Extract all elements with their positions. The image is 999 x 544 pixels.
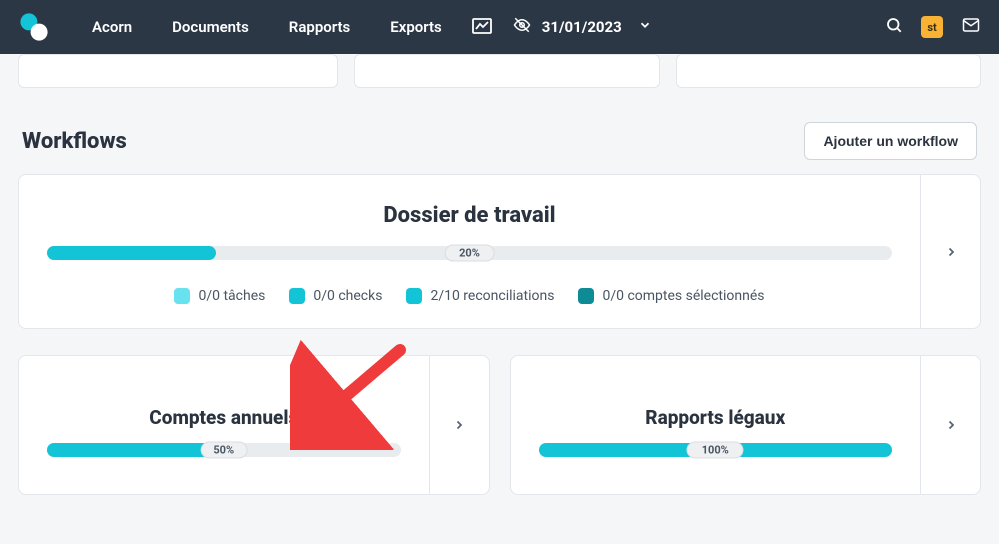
strip-card bbox=[676, 54, 981, 88]
add-workflow-button[interactable]: Ajouter un workflow bbox=[804, 122, 977, 160]
workflow-title: Dossier de travail bbox=[41, 203, 898, 228]
nav-item-documents[interactable]: Documents bbox=[152, 0, 269, 54]
workflow-title: Comptes annuels bbox=[41, 406, 407, 429]
strip-card bbox=[354, 54, 659, 88]
topbar: Acorn Documents Rapports Exports 31/01/2… bbox=[0, 0, 999, 54]
mail-icon[interactable] bbox=[961, 16, 981, 38]
progress-bar: 100% bbox=[539, 443, 893, 457]
main-nav: Acorn Documents Rapports Exports 31/01/2… bbox=[72, 0, 662, 54]
legend-item: 0/0 checks bbox=[289, 288, 382, 304]
legend-label: 0/0 checks bbox=[313, 288, 382, 304]
nav-item-acorn[interactable]: Acorn bbox=[72, 0, 152, 54]
search-icon[interactable] bbox=[885, 16, 903, 38]
progress-bar: 50% bbox=[47, 443, 401, 457]
workflow-card-rapports: Rapports légaux 100% bbox=[510, 355, 982, 495]
workflow-card-main: Dossier de travail 20% 0/0 tâches 0/0 ch… bbox=[18, 174, 981, 329]
progress-fill bbox=[47, 443, 224, 457]
nav-item-exports[interactable]: Exports bbox=[370, 0, 462, 54]
swatch-icon bbox=[406, 288, 422, 304]
legend-item: 0/0 tâches bbox=[174, 288, 265, 304]
progress-label: 100% bbox=[687, 442, 744, 459]
strip-card bbox=[18, 54, 338, 88]
swatch-icon bbox=[174, 288, 190, 304]
legend-label: 2/10 reconciliations bbox=[430, 288, 554, 304]
swatch-icon bbox=[578, 288, 594, 304]
chart-icon[interactable] bbox=[462, 0, 502, 54]
workflow-card-comptes: Comptes annuels 50% bbox=[18, 355, 490, 495]
card-expand-button[interactable] bbox=[429, 356, 489, 494]
legend-label: 0/0 comptes sélectionnés bbox=[602, 288, 764, 304]
nav-item-rapports[interactable]: Rapports bbox=[269, 0, 370, 54]
progress-bar: 20% bbox=[47, 246, 892, 260]
legend: 0/0 tâches 0/0 checks 2/10 reconciliatio… bbox=[41, 288, 898, 304]
card-expand-button[interactable] bbox=[920, 356, 980, 494]
app-logo[interactable] bbox=[14, 7, 54, 47]
chevron-down-icon[interactable] bbox=[632, 18, 652, 36]
progress-label: 50% bbox=[200, 442, 247, 459]
date-display[interactable]: 31/01/2023 bbox=[542, 18, 622, 36]
swatch-icon bbox=[289, 288, 305, 304]
card-expand-button[interactable] bbox=[920, 175, 980, 328]
progress-label: 20% bbox=[444, 245, 495, 262]
section-title: Workflows bbox=[22, 129, 127, 154]
progress-fill bbox=[47, 246, 216, 260]
user-badge[interactable]: st bbox=[921, 16, 943, 38]
eye-off-icon[interactable] bbox=[512, 16, 532, 38]
legend-item: 2/10 reconciliations bbox=[406, 288, 554, 304]
legend-label: 0/0 tâches bbox=[198, 288, 265, 304]
legend-item: 0/0 comptes sélectionnés bbox=[578, 288, 764, 304]
workflow-title: Rapports légaux bbox=[533, 406, 899, 429]
summary-strip bbox=[18, 54, 981, 88]
